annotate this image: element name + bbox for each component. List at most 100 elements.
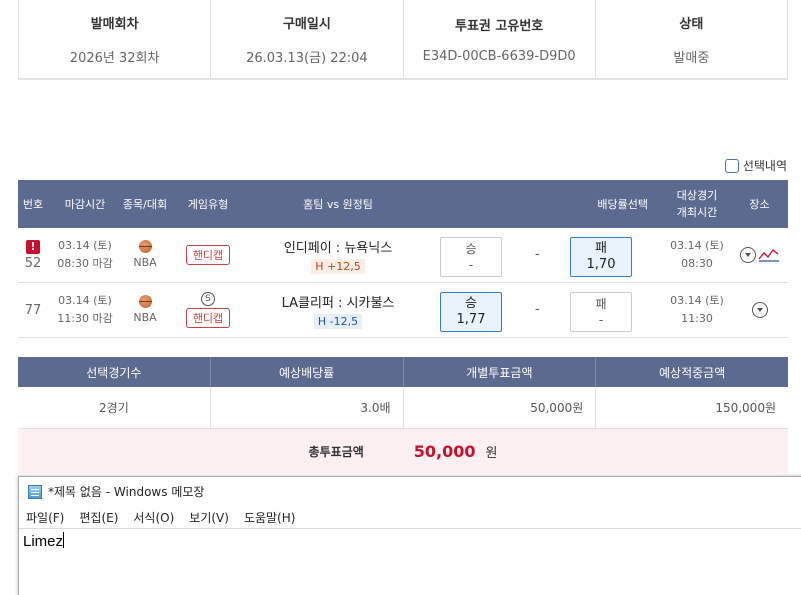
game-schedule-cell: 03.14 (토) 11:30: [663, 292, 731, 328]
info-ticket-id-label: 투표권 고유번호: [455, 18, 544, 34]
text-caret: [63, 532, 65, 548]
special-s-icon: S: [201, 292, 215, 306]
col-teams: 홈팀 vs 원정팀: [303, 197, 373, 211]
odds-lose-button[interactable]: 패 -: [570, 292, 632, 332]
summary-row: 2경기 3.0배 50,000원 150,000원: [18, 387, 788, 429]
notepad-text-area[interactable]: Limez: [19, 528, 801, 595]
game-no: 52: [24, 255, 42, 271]
game-row: ! 52 03.14 (토) 08:30 마감 NBA 핸디캡 인디페이 : 뉴…: [18, 228, 788, 283]
trend-chart-icon[interactable]: [758, 247, 780, 263]
info-purchase-time-value: 26.03.13(금) 22:04: [246, 50, 368, 66]
odds-lose-value: 1,70: [586, 257, 616, 272]
odds-win-button[interactable]: 승 1,77: [440, 292, 502, 332]
col-deadline: 마감시간: [64, 197, 106, 211]
info-status-value: 발매중: [673, 50, 710, 66]
summary-col-odds: 예상배당률: [209, 357, 403, 387]
info-status-label: 상태: [679, 16, 704, 32]
summary-table: 선택경기수 예상배당률 개별투표금액 예상적중금액 2경기 3.0배 50,00…: [18, 357, 788, 473]
game-sport-cell: NBA: [122, 239, 168, 271]
col-sport: 종목/대회: [122, 197, 168, 211]
summary-games-value: 2경기: [99, 401, 129, 415]
odds-win-label: 승: [465, 296, 477, 311]
info-ticket-id: 투표권 고유번호 E34D-00CB-6639-D9D0: [402, 0, 595, 78]
odds-lose-button[interactable]: 패 1,70: [570, 237, 632, 277]
game-teams: 인디페이 : 뉴욕닉스: [283, 240, 393, 256]
info-ticket-id-value: E34D-00CB-6639-D9D0: [422, 48, 576, 64]
menu-help[interactable]: 도움말(H): [244, 509, 296, 526]
select-history-checkbox[interactable]: [724, 158, 739, 173]
col-schedule-line1: 대상경기: [676, 189, 718, 202]
location-pin-icon[interactable]: [739, 247, 756, 263]
warning-icon: !: [26, 239, 40, 254]
game-venue-cell: [731, 247, 788, 263]
odds-draw: -: [535, 247, 540, 262]
odds-draw: -: [535, 302, 540, 317]
game-odds-cell: 승 - - 패 1,70: [428, 228, 663, 282]
game-league: NBA: [133, 255, 157, 269]
game-venue-cell: [731, 302, 788, 318]
summary-header: 선택경기수 예상배당률 개별투표금액 예상적중금액: [18, 357, 788, 387]
game-type-cell: 핸디캡: [168, 245, 248, 265]
summary-odds-value: 3.0배: [209, 387, 403, 428]
odds-lose-label: 패: [595, 297, 607, 311]
odds-win-button[interactable]: 승 -: [440, 237, 502, 277]
summary-col-games: 선택경기수: [86, 365, 142, 380]
info-purchase-time-label: 구매일시: [282, 16, 331, 32]
summary-col-payout: 예상적중금액: [595, 357, 788, 387]
menu-file[interactable]: 파일(F): [26, 509, 64, 526]
total-stake-unit: 원: [485, 445, 498, 461]
handicap-badge: 핸디캡: [185, 308, 231, 328]
info-round-value: 2026년 32회차: [69, 50, 160, 66]
menu-view[interactable]: 보기(V): [189, 509, 229, 526]
game-sport-cell: NBA: [122, 294, 168, 326]
schedule-date: 03.14 (토): [670, 294, 724, 307]
game-teams-cell: LA클리퍼 : 시카불스 H -12,5: [248, 292, 428, 329]
game-teams-cell: 인디페이 : 뉴욕닉스 H +12,5: [248, 237, 428, 274]
game-deadline-cell: 03.14 (토) 11:30 마감: [48, 292, 122, 328]
notepad-titlebar[interactable]: *제목 없음 - Windows 메모장: [19, 477, 801, 506]
game-league: NBA: [133, 310, 157, 324]
location-pin-icon[interactable]: [751, 302, 768, 318]
summary-col-stake: 개별투표금액: [402, 357, 596, 387]
menu-format[interactable]: 서식(O): [133, 509, 174, 526]
notepad-content: Limez: [23, 533, 64, 550]
col-no: 번호: [22, 197, 44, 211]
info-round: 발매회차 2026년 32회차: [19, 0, 210, 78]
odds-lose-value: -: [598, 313, 604, 327]
schedule-date: 03.14 (토): [670, 239, 724, 252]
game-date: 03.14 (토): [58, 294, 112, 307]
game-schedule-cell: 03.14 (토) 08:30: [663, 237, 731, 273]
info-round-label: 발매회차: [90, 16, 139, 32]
handicap-value: H -12,5: [313, 313, 363, 329]
menu-edit[interactable]: 편집(E): [79, 509, 118, 526]
basketball-icon: [138, 239, 152, 253]
game-teams: LA클리퍼 : 시카불스: [281, 295, 395, 311]
game-odds-cell: 승 1,77 - 패 -: [428, 283, 663, 337]
schedule-time: 11:30: [681, 312, 713, 325]
game-no-cell: ! 52: [18, 239, 48, 271]
col-odds: 배당률선택: [597, 197, 648, 211]
col-schedule: 대상경기 개최시간: [663, 187, 731, 221]
game-date: 03.14 (토): [58, 239, 112, 252]
handicap-badge: 핸디캡: [185, 245, 231, 265]
odds-win-value: 1,77: [456, 312, 486, 327]
schedule-time: 08:30: [681, 257, 713, 270]
summary-stake-value: 50,000원: [402, 387, 596, 428]
odds-win-label: 승: [465, 242, 477, 256]
total-stake-label: 총투표금액: [308, 444, 364, 459]
notepad-title: *제목 없음 - Windows 메모장: [48, 485, 205, 499]
col-schedule-line2: 개최시간: [676, 206, 718, 219]
purchase-info-table: 발매회차 2026년 32회차 구매일시 26.03.13(금) 22:04 투…: [18, 0, 788, 80]
select-history-toggle[interactable]: 선택내역: [724, 157, 787, 174]
handicap-value: H +12,5: [311, 258, 365, 274]
game-deadline: 08:30 마감: [57, 257, 113, 270]
game-no: 77: [24, 302, 42, 318]
game-row: 77 03.14 (토) 11:30 마감 NBA S 핸디캡 LA클리퍼 : …: [18, 283, 788, 338]
game-deadline-cell: 03.14 (토) 08:30 마감: [48, 237, 122, 273]
select-history-label: 선택내역: [742, 159, 787, 173]
notepad-icon: [28, 484, 42, 499]
game-no-cell: 77: [18, 303, 48, 318]
total-stake-amount: 50,000: [413, 441, 476, 461]
col-type: 게임유형: [187, 197, 229, 211]
col-venue: 장소: [749, 197, 770, 211]
